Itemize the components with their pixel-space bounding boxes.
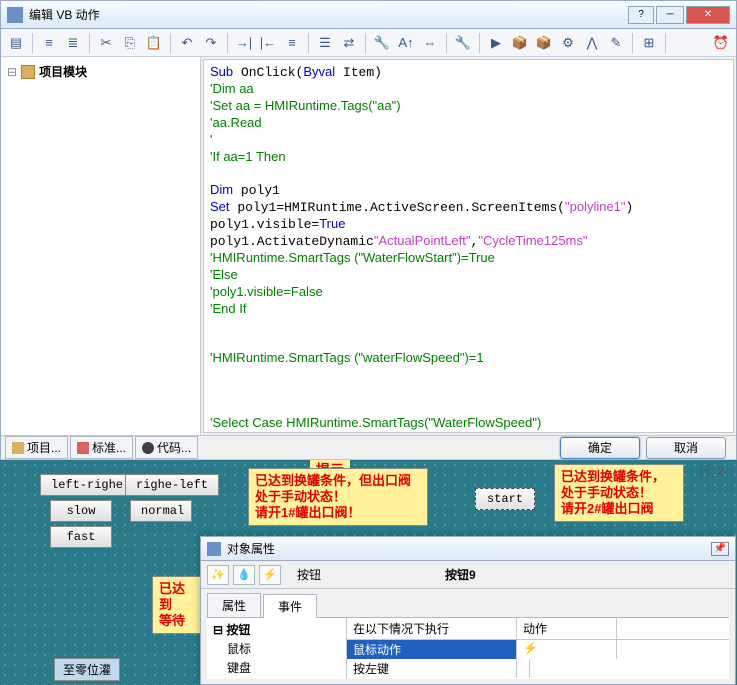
toolbar-button[interactable]: ☰ [314,32,336,54]
tool-wand-icon[interactable]: ✨ [207,565,229,585]
toolbar-button[interactable]: ⇄ [338,32,360,54]
toolbar-button[interactable]: 🔧 [452,32,474,54]
props-toolbar: ✨ 💧 ⚡ 按钮 按钮9 [201,561,735,589]
toolbar: ▤≡≣✂⎘📋↶↷→||←≡☰⇄🔧A↑⇔🔧▶📦📦⚙⋀✎⊞⏰ [1,29,736,57]
toolbar-button[interactable]: ⎘ [119,32,141,54]
toolbar-button[interactable]: ▶ [485,32,507,54]
tree-button: ⊟ 按钮 [209,620,344,639]
ok-button[interactable]: 确定 [560,437,640,459]
props-body: ⊟ 按钮 鼠标 键盘 在以下情况下执行 动作 鼠标动作⚡ 按左键 [207,617,729,679]
tree-keyboard[interactable]: 键盘 [209,658,344,677]
tool-dropper-icon[interactable]: 💧 [233,565,255,585]
toolbar-button[interactable]: ✂ [95,32,117,54]
tree-root-label: 项目模块 [39,63,87,80]
toolbar-button[interactable]: ≡ [281,32,303,54]
event-grid[interactable]: 在以下情况下执行 动作 鼠标动作⚡ 按左键 [347,618,729,679]
toolbar-button[interactable]: →| [233,32,255,54]
toolbar-button[interactable]: ≣ [62,32,84,54]
cancel-button[interactable]: 取消 [646,437,726,459]
bottom-bar: 项目... 标准... 代码... 确定 取消 [1,435,736,459]
toolbar-button[interactable]: ✎ [605,32,627,54]
object-properties-window: 对象属性 📌 ✨ 💧 ⚡ 按钮 按钮9 属性 事件 ⊟ 按钮 鼠标 键盘 在以下… [200,536,736,685]
arrow-zero-tank[interactable]: 至零位灌 [54,658,120,681]
vb-editor-window: 编辑 VB 动作 ? ─ ✕ ▤≡≣✂⎘📋↶↷→||←≡☰⇄🔧A↑⇔🔧▶📦📦⚙⋀… [0,0,737,460]
tab-code[interactable]: 代码... [135,436,198,459]
code-editor[interactable]: Sub OnClick(Byval Item) 'Dim aa 'Set aa … [203,59,734,433]
props-tabs: 属性 事件 [201,589,735,617]
minimize-button[interactable]: ─ [656,6,684,24]
toolbar-button[interactable]: ⇔ [419,32,441,54]
tab-standard[interactable]: 标准... [70,436,133,459]
col-condition: 在以下情况下执行 [347,618,517,639]
toolbar-button[interactable]: ↷ [200,32,222,54]
toolbar-button[interactable]: 📦 [533,32,555,54]
project-tree[interactable]: ⊟ 项目模块 [1,57,201,435]
toolbar-button[interactable]: ⚙ [557,32,579,54]
btn-slow[interactable]: slow [50,500,112,522]
btn-fast[interactable]: fast [50,526,112,548]
toolbar-button[interactable]: ⋀ [581,32,603,54]
tab-events[interactable]: 事件 [263,594,317,618]
status-bar: 行: 2 [1,459,736,479]
tree-mouse[interactable]: 鼠标 [209,639,344,658]
object-type: 按钮 [297,566,321,583]
row-left-click[interactable]: 按左键 [347,659,517,678]
btn-start[interactable]: start [475,488,535,510]
toolbar-button[interactable]: ↶ [176,32,198,54]
standard-icon [77,442,89,454]
tool-effect-icon[interactable]: ⚡ [259,565,281,585]
tab-attributes[interactable]: 属性 [207,593,261,617]
toolbar-button[interactable]: A↑ [395,32,417,54]
props-icon [207,542,221,556]
props-title-text: 对象属性 [227,540,275,557]
window-title: 编辑 VB 动作 [29,6,100,23]
toolbar-button[interactable]: ⊞ [638,32,660,54]
code-icon [142,442,154,454]
object-name: 按钮9 [445,566,476,583]
tab-project[interactable]: 项目... [5,436,68,459]
close-button[interactable]: ✕ [686,6,730,24]
titlebar: 编辑 VB 动作 ? ─ ✕ [1,1,736,29]
alarm-icon[interactable]: ⏰ [710,32,732,54]
help-button[interactable]: ? [628,6,654,24]
pin-button[interactable]: 📌 [711,542,729,556]
tree-root-item[interactable]: ⊟ 项目模块 [5,61,196,82]
app-icon [7,7,23,23]
props-titlebar: 对象属性 📌 [201,537,735,561]
row-mouse-action[interactable]: 鼠标动作 [347,640,517,659]
module-icon [21,65,35,79]
toolbar-button[interactable]: 🔧 [371,32,393,54]
event-tree[interactable]: ⊟ 按钮 鼠标 键盘 [207,618,347,679]
alarm-box-3: 已达到 等待 [152,576,202,634]
toolbar-button[interactable]: |← [257,32,279,54]
toolbar-button[interactable]: 📋 [143,32,165,54]
project-icon [12,442,24,454]
toolbar-button[interactable]: 📦 [509,32,531,54]
col-action: 动作 [517,618,617,639]
btn-normal[interactable]: normal [130,500,192,522]
toolbar-button[interactable]: ▤ [5,32,27,54]
toolbar-button[interactable]: ≡ [38,32,60,54]
